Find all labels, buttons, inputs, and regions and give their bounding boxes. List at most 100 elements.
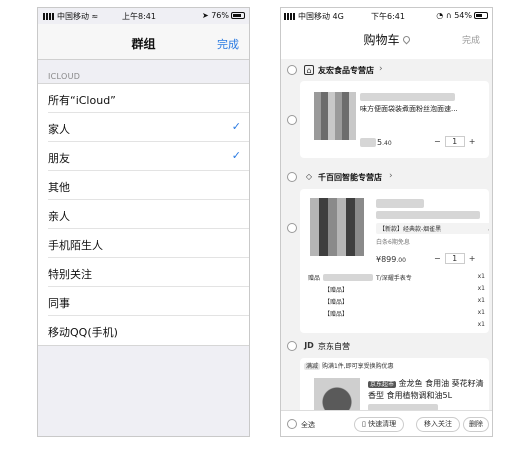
minus-icon[interactable]: − [434,137,441,146]
status-time: 上午8:41 [122,12,156,21]
group-label: 家人 [48,123,70,136]
gift-count: x1 [477,297,485,304]
store-icon: ⌂ [304,65,314,75]
installment-tag: 白条6期免息 [376,239,410,246]
gift-prefix: 【赠品】 [324,299,349,306]
store-select-radio[interactable] [287,341,297,351]
product-title[interactable]: 京东超市 金龙鱼 食用油 葵花籽清 [368,378,484,389]
group-label: 所有“iCloud” [48,94,116,107]
product-image[interactable] [314,92,356,140]
blurred-gift [323,274,374,281]
store-select-radio[interactable] [287,65,297,75]
spec-selector[interactable]: 【新款】经典款-烟雀黑 ⌄ [376,223,489,234]
title-line-1: 金龙鱼 食用油 葵花籽清 [398,379,484,388]
group-row-special-attention[interactable]: 特别关注 [48,258,249,287]
cart-item[interactable]: 【新款】经典款-烟雀黑 ⌄ 白条6期免息 ¥899.00 −1 + 赠品 T/深耀手… [300,189,489,333]
headphone-icon: ∩ [445,11,452,20]
gift-prefix: 【赠品】 [324,311,349,318]
store-header[interactable]: ◇ 千百回智能专营店 › [281,168,492,188]
group-label: 移动QQ(手机) [48,326,118,339]
group-row-colleagues[interactable]: 同事 [48,287,249,316]
quantity-input[interactable]: 1 [444,253,465,264]
store-name: 京东自营 [318,342,350,351]
store-name: 千百回智能专营店 [318,173,382,182]
price-integer: ¥899 [376,255,397,264]
product-image[interactable] [310,198,364,256]
gift-row: 【赠品】 [324,297,348,306]
select-all-radio[interactable] [287,419,297,429]
battery-icon [231,12,245,19]
promo-row[interactable]: 满减 购满1件,即可享受换购优惠 [304,361,394,370]
supermarket-badge: 京东超市 [368,381,397,388]
quick-clean-label: 快速清理 [368,420,397,428]
price-decimal: .40 [382,140,392,147]
quantity-stepper[interactable]: −1 + [434,136,475,147]
group-row-all-icloud[interactable]: 所有“iCloud” [48,84,249,113]
gift-count: x1 [477,273,485,280]
delete-button[interactable]: 删除 [463,417,489,432]
battery-status: ➤ 76% [202,11,245,20]
location-pin-icon[interactable] [401,34,411,45]
group-row-family[interactable]: 家人 ✓ [48,113,249,142]
spec-text: 【新款】经典款-烟雀黑 [379,226,442,233]
gift-row: 【赠品】 [324,309,348,318]
plus-icon[interactable]: + [469,254,476,263]
jd-logo-icon: JD [304,341,314,350]
item-select-radio[interactable] [287,223,297,233]
cart-item[interactable]: 满减 购满1件,即可享受换购优惠 京东超市 金龙鱼 食用油 葵花籽清 香型 食用… [300,358,489,418]
checkmark-icon: ✓ [231,120,241,133]
checkmark-icon: ✓ [231,149,241,162]
shopping-cart-screen: 中国移动 4G 下午6:41 ◔ ∩ 54% 购物车 完成 ⌂ 友宏食品专营店 … [280,7,493,437]
network-type: 4G [332,12,344,21]
select-all-label[interactable]: 全选 [301,420,315,430]
gift-row: 【赠品】 [324,285,348,294]
page-title: 购物车 [281,31,492,48]
product-title[interactable]: 味方便面袋装煮面粉丝泡面速... [360,104,458,114]
group-label: 其他 [48,181,70,194]
blurred-title [376,211,480,219]
promo-badge: 满减 [304,363,321,370]
carrier-signal: 中国移动 4G [284,11,344,22]
diamond-icon: ◇ [305,172,313,181]
quantity-input[interactable]: 1 [444,136,465,147]
group-row-other[interactable]: 其他 [48,171,249,200]
quick-clean-button[interactable]: ▯ 快速清理 [354,417,405,432]
price-decimal: .00 [396,257,406,264]
blurred-title [360,93,455,101]
cart-item[interactable]: 味方便面袋装煮面粉丝泡面速... 5.40 −1 + [300,81,489,158]
status-bar: 中国移动 4G 下午6:41 ◔ ∩ 54% [281,8,492,24]
gift-count: x1 [477,309,485,316]
group-row-friends[interactable]: 朋友 ✓ [48,142,249,171]
chevron-right-icon: › [389,171,393,181]
battery-percent: 54% [454,11,472,20]
done-button[interactable]: 完成 [462,33,480,46]
blurred-title [376,199,424,208]
status-bar: 中国移动 ≈ 上午8:41 ➤ 76% [38,8,249,24]
done-button[interactable]: 完成 [217,36,239,52]
group-label: 特别关注 [48,268,92,281]
store-header[interactable]: ⌂ 友宏食品专营店 › [281,61,492,81]
cart-bottom-bar: 全选 ▯ 快速清理 移入关注 删除 [281,410,492,436]
plus-icon[interactable]: + [469,137,476,146]
groups-screen: 中国移动 ≈ 上午8:41 ➤ 76% 群组 完成 ICLOUD 所有“iClo… [37,7,250,437]
wifi-icon: ≈ [91,12,99,21]
product-price: 5.40 [377,138,392,147]
title-line-2: 香型 食用植物调和油5L [368,391,453,400]
group-row-relatives[interactable]: 亲人 [48,200,249,229]
store-select-radio[interactable] [287,172,297,182]
alarm-icon: ◔ [436,11,444,20]
signal-icon [43,13,55,20]
gift-count: x1 [477,285,485,292]
battery-status: ◔ ∩ 54% [436,11,488,20]
item-select-radio[interactable] [287,115,297,125]
chevron-down-icon: ⌄ [487,226,489,233]
move-to-follow-button[interactable]: 移入关注 [416,417,460,432]
group-row-phone-strangers[interactable]: 手机陌生人 [48,229,249,258]
group-row-mobile-qq[interactable]: 移动QQ(手机) [48,316,249,345]
cart-title: 购物车 [363,33,400,47]
quantity-stepper[interactable]: −1 + [434,253,475,264]
minus-icon[interactable]: − [434,254,441,263]
gift-text: T/深耀手表专 [376,275,412,282]
gift-count: x1 [477,321,485,328]
store-header[interactable]: JD 京东自营 [281,337,492,357]
